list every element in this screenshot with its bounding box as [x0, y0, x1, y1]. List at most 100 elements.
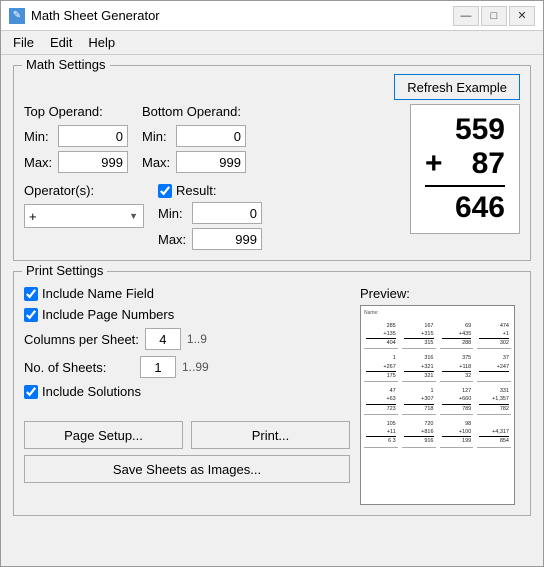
include-solutions-checkbox[interactable]: [24, 385, 38, 399]
close-button[interactable]: ✕: [509, 6, 535, 26]
no-of-sheets-row: No. of Sheets: 1..99: [24, 356, 350, 378]
menu-edit[interactable]: Edit: [42, 33, 80, 52]
columns-per-sheet-input[interactable]: [145, 328, 181, 350]
preview-cell: 47+63723: [364, 386, 398, 415]
print-button[interactable]: Print...: [191, 421, 350, 449]
math-settings-section: Math Settings Refresh Example Top Operan…: [13, 65, 531, 261]
include-page-numbers-label: Include Page Numbers: [42, 307, 174, 322]
top-operand-min-input[interactable]: [58, 125, 128, 147]
result-min-row: Min:: [158, 202, 262, 224]
include-name-checkbox[interactable]: [24, 287, 38, 301]
columns-range: 1..9: [187, 332, 207, 346]
top-operand-max-row: Max:: [24, 151, 128, 173]
result-label: Result:: [176, 183, 216, 198]
result-min-input[interactable]: [192, 202, 262, 224]
bottom-max-label: Max:: [142, 155, 172, 170]
preview-label: Preview:: [360, 286, 520, 301]
bottom-operand-min-row: Min:: [142, 125, 246, 147]
example-result: 646: [425, 191, 505, 225]
main-window: ✎ Math Sheet Generator — □ ✕ File Edit H…: [0, 0, 544, 567]
maximize-button[interactable]: □: [481, 6, 507, 26]
preview-cell: +4,317854: [477, 419, 511, 448]
preview-box: Name: 285+135404 167+315315 69+435288 47…: [360, 305, 515, 505]
result-max-input[interactable]: [192, 228, 262, 250]
include-name-label: Include Name Field: [42, 286, 154, 301]
preview-cell: 285+135404: [364, 321, 398, 350]
refresh-example-button[interactable]: Refresh Example: [394, 74, 520, 100]
operands-row: Top Operand: Min: Max:: [24, 104, 400, 173]
print-settings-inner: Include Name Field Include Page Numbers …: [24, 286, 520, 505]
operator-select[interactable]: + - × ÷: [24, 204, 144, 228]
no-of-sheets-label: No. of Sheets:: [24, 360, 134, 375]
buttons-row: Page Setup... Print...: [24, 421, 350, 449]
math-controls: Top Operand: Min: Max:: [24, 104, 400, 250]
preview-cell: 127+660789: [440, 386, 474, 415]
bottom-operand-max-input[interactable]: [176, 151, 246, 173]
sheets-range: 1..99: [182, 360, 209, 374]
result-max-label: Max:: [158, 232, 188, 247]
preview-cell: 474+1302: [477, 321, 511, 350]
no-of-sheets-input[interactable]: [140, 356, 176, 378]
page-setup-button[interactable]: Page Setup...: [24, 421, 183, 449]
math-settings-title: Math Settings: [22, 57, 110, 72]
action-buttons-area: Page Setup... Print... Save Sheets as Im…: [24, 415, 350, 483]
example-operator: +: [425, 147, 443, 181]
print-right: Preview: Name: 285+135404 167+315315 69+…: [360, 286, 520, 505]
result-checkbox-row: Result:: [158, 183, 262, 198]
preview-grid: 285+135404 167+315315 69+435288 474+1302…: [364, 321, 511, 448]
columns-per-sheet-row: Columns per Sheet: 1..9: [24, 328, 350, 350]
operator-label: Operator(s):: [24, 183, 144, 198]
result-checkbox[interactable]: [158, 184, 172, 198]
minimize-button[interactable]: —: [453, 6, 479, 26]
include-page-numbers-row: Include Page Numbers: [24, 307, 350, 322]
preview-header: Name:: [364, 310, 511, 318]
save-images-button[interactable]: Save Sheets as Images...: [24, 455, 350, 483]
math-main-row: Top Operand: Min: Max:: [24, 104, 520, 250]
preview-content: Name: 285+135404 167+315315 69+435288 47…: [361, 306, 514, 452]
bottom-min-label: Min:: [142, 129, 172, 144]
preview-cell: 69+435288: [440, 321, 474, 350]
example-num1: 559: [425, 113, 505, 147]
result-max-row: Max:: [158, 228, 262, 250]
bottom-operand-max-row: Max:: [142, 151, 246, 173]
include-name-row: Include Name Field: [24, 286, 350, 301]
app-icon: ✎: [9, 8, 25, 24]
result-col: Result: Min: Max:: [158, 183, 262, 250]
content-area: Math Settings Refresh Example Top Operan…: [1, 55, 543, 566]
menu-file[interactable]: File: [5, 33, 42, 52]
result-min-label: Min:: [158, 206, 188, 221]
preview-cell: 720+816916: [402, 419, 436, 448]
title-bar: ✎ Math Sheet Generator — □ ✕: [1, 1, 543, 31]
bottom-operand-min-input[interactable]: [176, 125, 246, 147]
math-top-row: Refresh Example: [24, 74, 520, 100]
preview-cell: 316+321321: [402, 353, 436, 382]
title-bar-left: ✎ Math Sheet Generator: [9, 8, 160, 24]
top-max-label: Max:: [24, 155, 54, 170]
preview-cell: 331+1,357782: [477, 386, 511, 415]
print-left: Include Name Field Include Page Numbers …: [24, 286, 350, 505]
columns-per-sheet-label: Columns per Sheet:: [24, 332, 139, 347]
preview-cell: 375+11832: [440, 353, 474, 382]
top-min-label: Min:: [24, 129, 54, 144]
example-line: [425, 185, 505, 187]
top-operand-max-input[interactable]: [58, 151, 128, 173]
top-operand-label: Top Operand:: [24, 104, 128, 119]
menu-bar: File Edit Help: [1, 31, 543, 55]
title-bar-controls: — □ ✕: [453, 6, 535, 26]
menu-help[interactable]: Help: [80, 33, 123, 52]
preview-cell: 105+116 3: [364, 419, 398, 448]
operator-col: Operator(s): + - × ÷: [24, 183, 144, 250]
top-operand-min-row: Min:: [24, 125, 128, 147]
preview-cell: 167+315315: [402, 321, 436, 350]
window-title: Math Sheet Generator: [31, 8, 160, 23]
example-box: 559 + 87 646: [410, 104, 520, 234]
include-page-numbers-checkbox[interactable]: [24, 308, 38, 322]
example-num2: 87: [449, 147, 505, 181]
print-settings-title: Print Settings: [22, 263, 107, 278]
include-solutions-row: Include Solutions: [24, 384, 350, 399]
example-op-row: + 87: [425, 147, 505, 181]
print-settings-section: Print Settings Include Name Field Includ…: [13, 271, 531, 516]
bottom-operand-label: Bottom Operand:: [142, 104, 246, 119]
preview-cell: 37+247: [477, 353, 511, 382]
preview-cell: 98+100199: [440, 419, 474, 448]
